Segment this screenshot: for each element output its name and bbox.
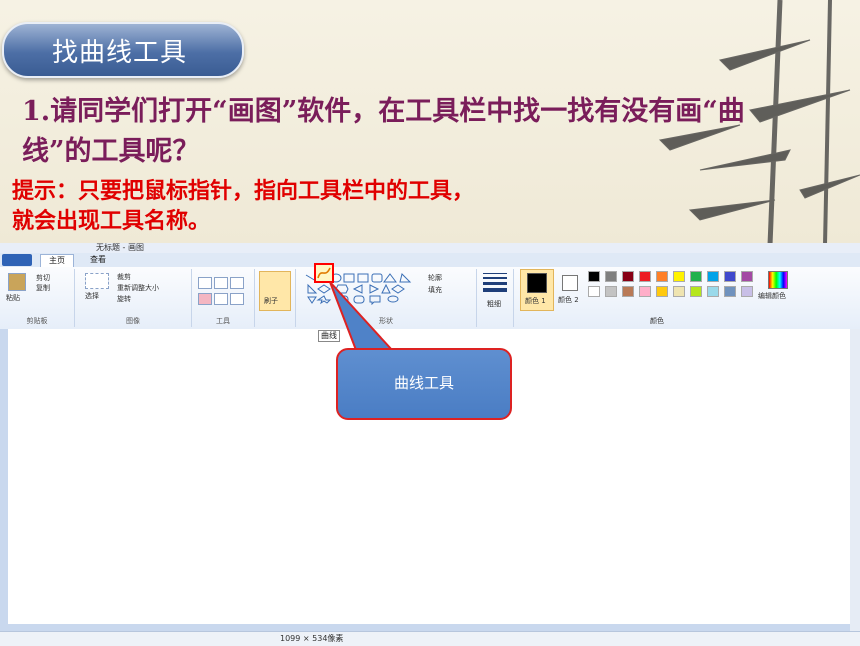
tab-home[interactable]: 主页 [40, 254, 74, 267]
window-title: 无标题 - 画图 [96, 243, 144, 252]
size-group: 粗细 [477, 269, 514, 327]
color2-swatch [562, 275, 578, 291]
color1-label: 颜色 1 [525, 297, 546, 305]
color1-swatch [527, 273, 547, 293]
paint-window: 无标题 - 画图 主页 查看 粘贴 剪切 复制 剪贴板 选择 裁剪 重新调整大小… [0, 243, 860, 646]
vertical-scrollbar[interactable] [850, 329, 860, 631]
callout-pointer [329, 281, 395, 351]
cut-button[interactable]: 剪切 [36, 273, 50, 283]
clipboard-group: 粘贴 剪切 复制 剪贴板 [0, 269, 75, 327]
size-button[interactable]: 粗细 [487, 299, 501, 309]
size-lines-icon[interactable] [483, 273, 507, 292]
hint-text: 提示：只要把鼠标指针，指向工具栏中的工具， 就会出现工具名称。 [12, 176, 712, 236]
color2-button[interactable]: 颜色 2 [556, 269, 586, 309]
palette-swatch[interactable] [707, 286, 719, 297]
hint-line-2: 就会出现工具名称。 [12, 208, 211, 234]
select-icon[interactable] [85, 273, 109, 289]
palette-swatch[interactable] [724, 271, 736, 282]
brushes-group: 刷子 [255, 269, 296, 327]
brush-label: 刷子 [264, 297, 278, 305]
magnifier-icon[interactable] [230, 293, 244, 305]
palette-swatch[interactable] [622, 286, 634, 297]
paste-icon[interactable] [8, 273, 26, 291]
ribbon-tabs: 主页 查看 [0, 253, 860, 267]
rotate-button[interactable]: 旋转 [117, 294, 131, 304]
canvas-size-readout: 1099 × 534像素 [280, 634, 344, 643]
slide-title-banner: 找曲线工具 [2, 22, 244, 78]
color1-button[interactable]: 颜色 1 [520, 269, 554, 311]
callout-box: 曲线工具 [336, 348, 512, 420]
eraser-icon[interactable] [198, 293, 212, 305]
palette-swatch[interactable] [707, 271, 719, 282]
palette-swatch[interactable] [605, 271, 617, 282]
file-menu-button[interactable] [2, 254, 32, 266]
palette-swatch[interactable] [673, 286, 685, 297]
color-wheel-icon [768, 271, 788, 289]
crop-button[interactable]: 裁剪 [117, 272, 131, 282]
edit-colors-button[interactable]: 编辑颜色 [758, 271, 802, 311]
fill-dropdown[interactable]: 填充 [428, 285, 442, 295]
palette-swatch[interactable] [639, 286, 651, 297]
palette-swatch[interactable] [656, 271, 668, 282]
hint-line-1: 提示：只要把鼠标指针，指向工具栏中的工具， [12, 178, 475, 204]
color2-label: 颜色 2 [558, 296, 579, 304]
instruction-body: 请同学们打开“画图”软件，在工具栏中找一找有没有画“曲线”的工具呢？ [22, 96, 745, 167]
palette-swatch[interactable] [588, 286, 600, 297]
fill-icon[interactable] [214, 277, 228, 289]
edit-colors-label: 编辑颜色 [758, 292, 786, 300]
tools-label: 工具 [216, 317, 230, 325]
image-label: 图像 [126, 317, 140, 325]
pencil-icon[interactable] [198, 277, 212, 289]
text-icon[interactable] [230, 277, 244, 289]
color-palette [588, 271, 758, 311]
palette-swatch[interactable] [673, 271, 685, 282]
image-group: 选择 裁剪 重新调整大小 旋转 图像 [75, 269, 192, 327]
palette-swatch[interactable] [622, 271, 634, 282]
ribbon: 粘贴 剪切 复制 剪贴板 选择 裁剪 重新调整大小 旋转 图像 工具 刷子 轮廓… [0, 267, 860, 330]
palette-swatch[interactable] [724, 286, 736, 297]
palette-swatch[interactable] [605, 286, 617, 297]
tools-group: 工具 [192, 269, 255, 327]
instruction-number: 1. [22, 96, 51, 127]
palette-swatch[interactable] [656, 286, 668, 297]
select-button[interactable]: 选择 [85, 291, 99, 301]
palette-swatch[interactable] [741, 286, 753, 297]
palette-swatch[interactable] [690, 286, 702, 297]
slide-title: 找曲线工具 [52, 38, 188, 68]
window-titlebar: 无标题 - 画图 [0, 243, 860, 253]
clipboard-label: 剪贴板 [26, 317, 48, 325]
palette-swatch[interactable] [639, 271, 651, 282]
status-bar: 1099 × 534像素 [0, 631, 860, 646]
resize-button[interactable]: 重新调整大小 [117, 283, 159, 293]
tab-view[interactable]: 查看 [82, 254, 114, 266]
palette-swatch[interactable] [690, 271, 702, 282]
outline-dropdown[interactable]: 轮廓 [428, 273, 442, 283]
paste-button[interactable]: 粘贴 [6, 293, 20, 303]
callout-text: 曲线工具 [393, 374, 454, 392]
colors-label: 颜色 [650, 317, 664, 325]
copy-button[interactable]: 复制 [36, 283, 50, 293]
instruction-text: 1.请同学们打开“画图”软件，在工具栏中找一找有没有画“曲线”的工具呢？ [22, 92, 802, 172]
color-picker-icon[interactable] [214, 293, 228, 305]
palette-swatch[interactable] [588, 271, 600, 282]
palette-swatch[interactable] [741, 271, 753, 282]
brush-button[interactable]: 刷子 [259, 271, 291, 311]
